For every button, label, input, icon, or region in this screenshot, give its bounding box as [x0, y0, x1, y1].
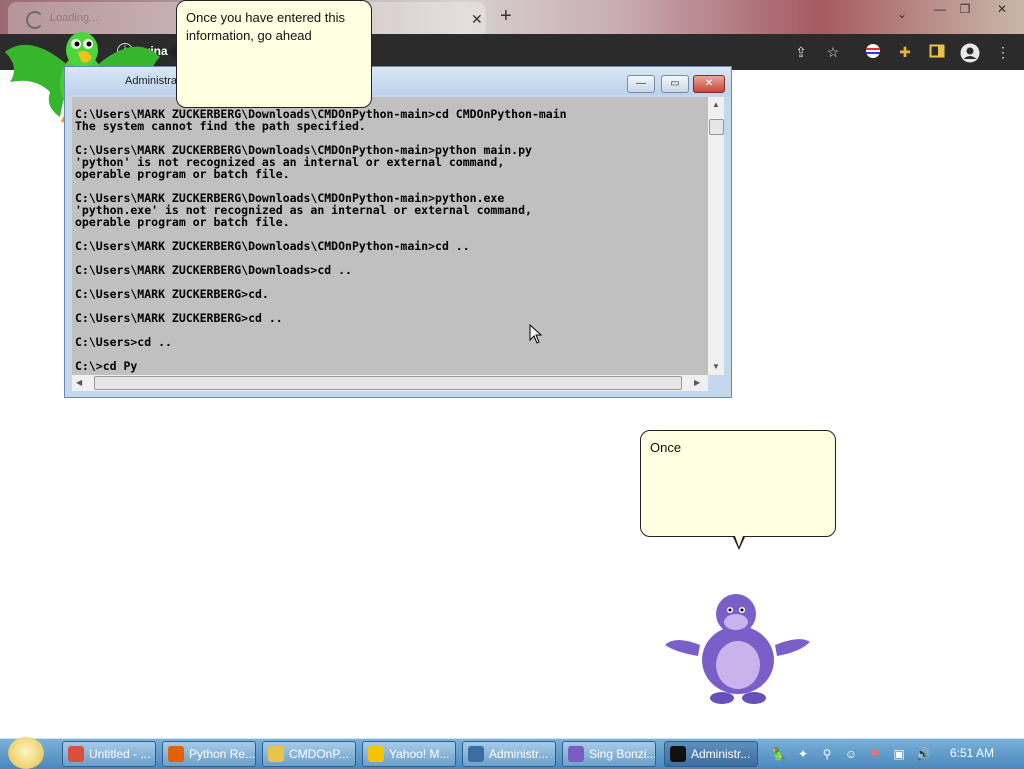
- window-icon: [468, 746, 484, 762]
- taskbar-button[interactable]: Administr...: [462, 741, 556, 767]
- bonzi-bubble-tail-fill: [735, 536, 743, 547]
- cmd-output-line: C:\Users\MARK ZUCKERBERG>cd ..: [75, 311, 283, 325]
- bonzi-icon: [568, 746, 584, 762]
- taskbar-button-label: Yahoo! M...: [389, 747, 450, 761]
- taskbar-button[interactable]: Yahoo! M...: [362, 741, 456, 767]
- yahoo-messenger-icon: [368, 746, 384, 762]
- bonzi-speech-bubble: Once: [640, 430, 836, 537]
- taskbar-button[interactable]: Sing Bonzi...: [562, 741, 656, 767]
- cmd-output-text: C:\Users\MARK ZUCKERBERG\Downloads\CMDOn…: [72, 97, 708, 372]
- cmd-vertical-scrollbar[interactable]: ▲ ▼: [708, 97, 724, 375]
- windows-taskbar: Untitled - ... Python Re... CMDOnP... Yahoo…: [0, 737, 1024, 769]
- share-icon[interactable]: ⇪: [792, 43, 810, 61]
- taskbar-button-label: Sing Bonzi...: [589, 747, 656, 761]
- tab-close-icon[interactable]: ✕: [471, 11, 483, 28]
- window-close-button[interactable]: ✕: [990, 2, 1014, 20]
- taskbar-button-label: Untitled - ...: [89, 747, 151, 761]
- scroll-right-arrow-icon[interactable]: ▶: [694, 378, 700, 387]
- taskbar-button-label: Python Re...: [189, 747, 256, 761]
- bonzi-speech-text: Once: [650, 440, 682, 455]
- mouse-cursor-icon: [529, 324, 543, 344]
- window-minimize-button[interactable]: —: [928, 2, 952, 20]
- cmd-horizontal-scroll-thumb[interactable]: [94, 376, 682, 390]
- cmd-output-line: [75, 348, 708, 360]
- side-panel-icon[interactable]: [928, 43, 946, 61]
- cmd-icon: [670, 746, 686, 762]
- cmd-output-line: operable program or batch file.: [75, 167, 290, 181]
- scroll-up-arrow-icon[interactable]: ▲: [712, 100, 720, 109]
- extension-flag-icon[interactable]: [864, 43, 882, 61]
- cmd-output-line: C:\Users\MARK ZUCKERBERG>cd.: [75, 287, 269, 301]
- taskbar-button[interactable]: CMDOnP...: [262, 741, 356, 767]
- tray-network-icon[interactable]: ✦: [795, 746, 811, 762]
- tray-flag-alert-icon[interactable]: ⚑: [867, 746, 883, 762]
- cmd-output-line: C:\Users>cd ..: [75, 335, 172, 349]
- taskbar-button[interactable]: Python Re...: [162, 741, 256, 767]
- tray-messenger-icon[interactable]: ☺: [843, 746, 859, 762]
- cmd-horizontal-scrollbar[interactable]: ◀ ▶: [72, 375, 708, 391]
- tray-search-icon[interactable]: ⚲: [819, 746, 835, 762]
- extensions-puzzle-icon[interactable]: ✚: [896, 43, 914, 61]
- cmd-output-line: The system cannot find the path specifie…: [75, 119, 366, 133]
- cmd-output-line: C:\Users\MARK ZUCKERBERG\Downloads\CMDOn…: [75, 239, 470, 253]
- scroll-left-arrow-icon[interactable]: ◀: [76, 378, 82, 387]
- cmd-output-line: C:\Users\MARK ZUCKERBERG\Downloads>cd ..: [75, 263, 352, 277]
- parrot-speech-bubble: Once you have entered this information, …: [176, 0, 372, 108]
- parrot-speech-text: Once you have entered this information, …: [186, 10, 345, 43]
- tray-display-icon[interactable]: ▣: [891, 746, 907, 762]
- folder-icon: [268, 746, 284, 762]
- profile-avatar-icon[interactable]: [960, 43, 980, 63]
- cmd-vertical-scroll-thumb[interactable]: [709, 119, 724, 135]
- chrome-icon: [68, 746, 84, 762]
- cmd-maximize-button[interactable]: ▭: [661, 75, 689, 93]
- cmd-output-area[interactable]: C:\Users\MARK ZUCKERBERG\Downloads\CMDOn…: [72, 97, 708, 375]
- taskbar-button[interactable]: Untitled - ...: [62, 741, 156, 767]
- taskbar-button-label: CMDOnP...: [289, 747, 349, 761]
- system-tray: 🦜 ✦ ⚲ ☺ ⚑ ▣ 🔊 6:51 AM: [765, 739, 1020, 769]
- command-prompt-window[interactable]: Administrator: C — ▭ ✕ C:\Users\MARK ZUC…: [64, 66, 732, 398]
- scroll-down-arrow-icon[interactable]: ▼: [712, 362, 720, 371]
- bonzi-buddy-character-icon[interactable]: [660, 590, 815, 708]
- firefox-icon: [168, 746, 184, 762]
- bookmark-star-icon[interactable]: ☆: [824, 43, 842, 61]
- window-restore-button[interactable]: ❐: [953, 2, 977, 20]
- taskbar-clock[interactable]: 6:51 AM: [950, 746, 994, 760]
- taskbar-button-label: Administr...: [691, 747, 751, 761]
- taskbar-button[interactable]: Administr...: [664, 741, 758, 767]
- new-tab-button[interactable]: +: [500, 5, 512, 28]
- menu-kebab-icon[interactable]: ⋮: [994, 43, 1012, 61]
- tray-parrot-icon[interactable]: 🦜: [771, 746, 787, 762]
- tray-volume-icon[interactable]: 🔊: [915, 746, 931, 762]
- cmd-minimize-button[interactable]: —: [627, 75, 655, 93]
- start-button[interactable]: [8, 737, 44, 769]
- cmd-output-line: operable program or batch file.: [75, 215, 290, 229]
- taskbar-button-label: Administr...: [489, 747, 549, 761]
- cmd-output-line: C:\>cd Py: [75, 359, 138, 373]
- cmd-titlebar[interactable]: Administrator: C — ▭ ✕: [65, 67, 731, 95]
- cmd-close-button[interactable]: ✕: [693, 75, 725, 93]
- tab-search-chevron-icon[interactable]: ⌄: [897, 7, 907, 21]
